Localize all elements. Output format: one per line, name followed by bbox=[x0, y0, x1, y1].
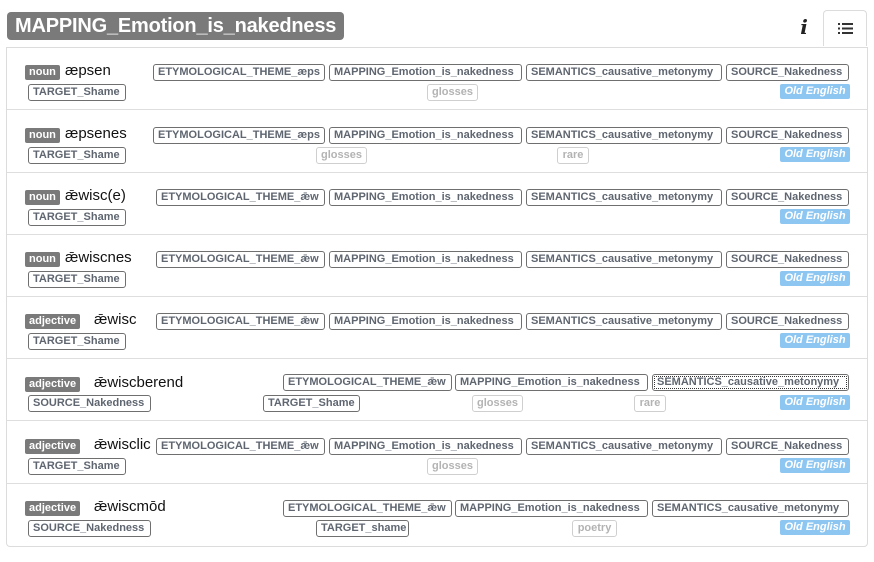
tag-semantics[interactable]: SEMANTICS_causative_metonymy bbox=[526, 438, 722, 455]
tag-etymological-theme[interactable]: ETYMOLOGICAL_THEME_ǣw bbox=[156, 438, 325, 455]
tag-etymological-theme[interactable]: ETYMOLOGICAL_THEME_ǣw bbox=[156, 251, 325, 268]
tag-source[interactable]: SOURCE_Nakedness bbox=[726, 251, 849, 268]
language-badge: Old English bbox=[780, 333, 850, 348]
note-badge: glosses bbox=[316, 147, 367, 164]
tag-semantics[interactable]: SEMANTICS_causative_metonymy bbox=[652, 374, 849, 391]
language-badge: Old English bbox=[780, 458, 850, 473]
entry-word[interactable]: ǣwisc(e) bbox=[65, 187, 126, 204]
tag-target[interactable]: TARGET_Shame bbox=[28, 271, 126, 288]
entry-word[interactable]: ǣwiscnes bbox=[65, 249, 132, 266]
part-of-speech-badge: noun bbox=[25, 65, 60, 80]
part-of-speech-badge: noun bbox=[25, 190, 60, 205]
part-of-speech-badge: adjective bbox=[25, 439, 81, 454]
tag-source[interactable]: SOURCE_Nakedness bbox=[28, 395, 151, 412]
tag-target[interactable]: TARGET_Shame bbox=[28, 333, 126, 350]
entry-word[interactable]: ǣwiscmōd bbox=[94, 498, 166, 515]
tag-target[interactable]: TARGET_Shame bbox=[28, 147, 126, 164]
note-badge: glosses bbox=[472, 395, 523, 412]
tag-mapping[interactable]: MAPPING_Emotion_is_nakedness bbox=[455, 500, 648, 517]
tag-target[interactable]: TARGET_Shame bbox=[28, 458, 126, 475]
list-view-button[interactable] bbox=[823, 10, 867, 46]
entry-row: adjective ǣwiscberend ETYMOLOGICAL_THEME… bbox=[7, 360, 867, 421]
entry-row: noun æpsen ETYMOLOGICAL_THEME_æps MAPPIN… bbox=[7, 49, 867, 110]
entry-word[interactable]: ǣwiscberend bbox=[94, 374, 183, 391]
language-badge: Old English bbox=[780, 520, 850, 535]
info-icon[interactable]: i bbox=[790, 10, 818, 44]
tag-mapping[interactable]: MAPPING_Emotion_is_nakedness bbox=[329, 438, 522, 455]
tag-semantics[interactable]: SEMANTICS_causative_metonymy bbox=[526, 189, 722, 206]
language-badge: Old English bbox=[780, 209, 850, 224]
part-of-speech-badge: noun bbox=[25, 252, 60, 267]
list-icon bbox=[838, 23, 853, 34]
tag-etymological-theme[interactable]: ETYMOLOGICAL_THEME_æps bbox=[153, 127, 325, 144]
entry-row: noun ǣwiscnes ETYMOLOGICAL_THEME_ǣw MAPP… bbox=[7, 236, 867, 297]
tag-etymological-theme[interactable]: ETYMOLOGICAL_THEME_æps bbox=[153, 64, 325, 81]
page-title: MAPPING_Emotion_is_nakedness bbox=[7, 12, 345, 40]
tag-mapping[interactable]: MAPPING_Emotion_is_nakedness bbox=[329, 251, 522, 268]
note-badge: poetry bbox=[572, 520, 617, 537]
entry-row: adjective ǣwisclic ETYMOLOGICAL_THEME_ǣw… bbox=[7, 423, 867, 484]
entry-word[interactable]: æpsen bbox=[65, 62, 111, 79]
tag-source[interactable]: SOURCE_Nakedness bbox=[28, 520, 151, 537]
part-of-speech-badge: adjective bbox=[25, 501, 81, 516]
language-badge: Old English bbox=[780, 147, 850, 162]
part-of-speech-badge: noun bbox=[25, 128, 60, 143]
tag-source[interactable]: SOURCE_Nakedness bbox=[726, 438, 849, 455]
tag-mapping[interactable]: MAPPING_Emotion_is_nakedness bbox=[329, 313, 522, 330]
tag-semantics[interactable]: SEMANTICS_causative_metonymy bbox=[652, 500, 849, 517]
tag-target[interactable]: TARGET_Shame bbox=[28, 84, 126, 101]
tag-mapping[interactable]: MAPPING_Emotion_is_nakedness bbox=[329, 127, 522, 144]
tag-source[interactable]: SOURCE_Nakedness bbox=[726, 313, 849, 330]
tag-target[interactable]: TARGET_Shame bbox=[28, 209, 126, 226]
tag-semantics[interactable]: SEMANTICS_causative_metonymy bbox=[526, 64, 722, 81]
language-badge: Old English bbox=[780, 395, 850, 410]
note-badge: glosses bbox=[427, 458, 478, 475]
part-of-speech-badge: adjective bbox=[25, 314, 81, 329]
tag-etymological-theme[interactable]: ETYMOLOGICAL_THEME_ǣw bbox=[283, 500, 452, 517]
entry-row: noun ǣwisc(e) ETYMOLOGICAL_THEME_ǣw MAPP… bbox=[7, 174, 867, 235]
language-badge: Old English bbox=[780, 84, 850, 99]
entry-word[interactable]: ǣwisclic bbox=[94, 436, 151, 453]
tag-etymological-theme[interactable]: ETYMOLOGICAL_THEME_ǣw bbox=[283, 374, 452, 391]
note-badge: glosses bbox=[427, 84, 478, 101]
tag-semantics[interactable]: SEMANTICS_causative_metonymy bbox=[526, 313, 722, 330]
tag-source[interactable]: SOURCE_Nakedness bbox=[726, 127, 849, 144]
tag-semantics[interactable]: SEMANTICS_causative_metonymy bbox=[526, 251, 722, 268]
tag-target[interactable]: TARGET_Shame bbox=[263, 395, 360, 412]
note-badge: rare bbox=[634, 395, 666, 412]
tag-target[interactable]: TARGET_shame bbox=[316, 520, 409, 537]
tag-mapping[interactable]: MAPPING_Emotion_is_nakedness bbox=[455, 374, 648, 391]
language-badge: Old English bbox=[780, 271, 850, 286]
tag-mapping[interactable]: MAPPING_Emotion_is_nakedness bbox=[329, 64, 522, 81]
entry-row: noun æpsenes ETYMOLOGICAL_THEME_æps MAPP… bbox=[7, 112, 867, 173]
entry-word[interactable]: ǣwisc bbox=[94, 311, 137, 328]
entry-row: adjective ǣwisc ETYMOLOGICAL_THEME_ǣw MA… bbox=[7, 298, 867, 359]
tag-source[interactable]: SOURCE_Nakedness bbox=[726, 64, 849, 81]
tag-etymological-theme[interactable]: ETYMOLOGICAL_THEME_ǣw bbox=[156, 313, 325, 330]
entry-word[interactable]: æpsenes bbox=[65, 125, 127, 142]
tag-source[interactable]: SOURCE_Nakedness bbox=[726, 189, 849, 206]
part-of-speech-badge: adjective bbox=[25, 377, 81, 392]
entry-row: adjective ǣwiscmōd ETYMOLOGICAL_THEME_ǣw… bbox=[7, 485, 867, 546]
note-badge: rare bbox=[557, 147, 589, 164]
tag-mapping[interactable]: MAPPING_Emotion_is_nakedness bbox=[329, 189, 522, 206]
tag-etymological-theme[interactable]: ETYMOLOGICAL_THEME_ǣw bbox=[156, 189, 325, 206]
tag-semantics[interactable]: SEMANTICS_causative_metonymy bbox=[526, 127, 722, 144]
